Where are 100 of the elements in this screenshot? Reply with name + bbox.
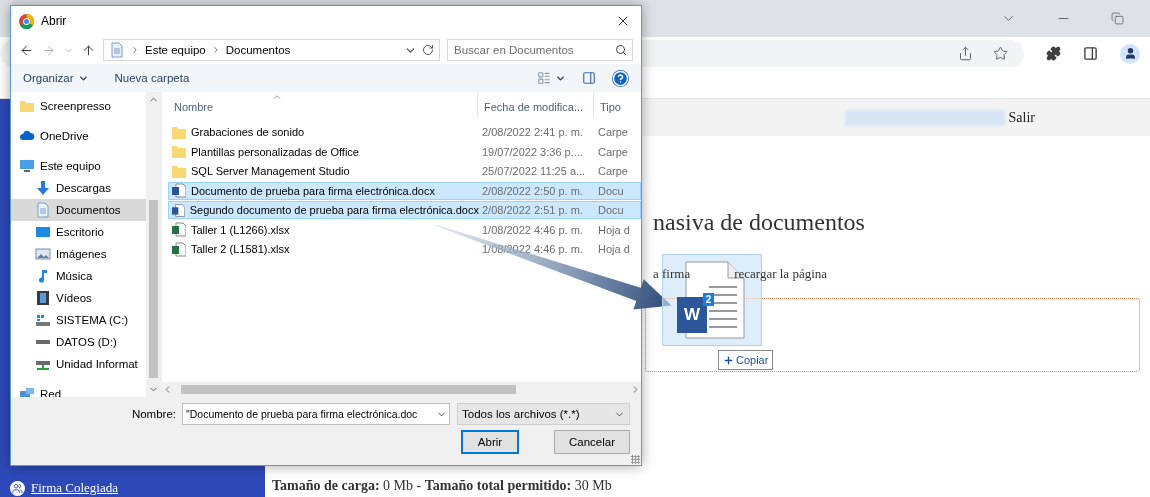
breadcrumb[interactable]: Documentos (225, 44, 291, 56)
puzzle-icon[interactable] (1046, 46, 1061, 61)
dialog-button[interactable]: Cancelar (553, 430, 630, 454)
file-name: Segundo documento de prueba para firma electrónica.docx (189, 204, 479, 216)
file-name: Plantillas personalizadas de Office (191, 145, 359, 158)
organize-button[interactable]: Organizar (23, 72, 89, 84)
file-type: Hoja d (597, 243, 631, 255)
column-header[interactable]: Tipo (594, 92, 641, 118)
people-icon (12, 482, 23, 494)
help-icon[interactable] (612, 69, 629, 87)
new-folder-button[interactable]: Nueva carpeta (114, 72, 190, 84)
dialog-button[interactable]: Abrir (460, 430, 519, 454)
file-date: 2/08/2022 2:51 p. m. (481, 204, 584, 216)
word-file-icon (172, 202, 185, 218)
file-type: Carpe (597, 145, 629, 158)
nav-item[interactable]: Documentos (11, 199, 146, 221)
breadcrumb[interactable]: Este equipo (145, 44, 206, 56)
file-name: SQL Server Management Studio (191, 165, 350, 177)
column-header[interactable]: Fecha de modifica... (478, 92, 594, 118)
nav-item[interactable]: Vídeos (11, 287, 146, 309)
profile-avatar[interactable] (1120, 43, 1140, 64)
nav-item[interactable]: Este equipo (11, 155, 146, 177)
star-icon[interactable] (993, 46, 1008, 61)
column-header[interactable]: Nombre (168, 92, 478, 118)
spreadsheet-file-icon (172, 241, 186, 257)
file-type: Docu (597, 184, 625, 197)
chevron-icon (130, 45, 140, 55)
nav-item[interactable]: Imágenes (11, 243, 146, 265)
logout-link[interactable]: Salir (1008, 109, 1035, 126)
forward-button[interactable] (41, 42, 56, 58)
folder-icon (172, 144, 186, 159)
file-row[interactable]: Grabaciones de sonido 2/08/2022 2:41 p. m. Carpe (168, 123, 641, 141)
arrow-right-icon (41, 42, 56, 58)
folder-icon (19, 98, 35, 114)
file-row[interactable]: Plantillas personalizadas de Office 19/07/2022 3:36 p.... Carpe (168, 142, 641, 161)
sort-caret-icon (272, 92, 282, 102)
file-type-select[interactable]: Todos los archivos (*.*) (457, 403, 630, 425)
dialog-title: Abrir (41, 14, 67, 28)
file-date: 1/08/2022 4:46 p. m. (481, 223, 584, 236)
file-row[interactable]: Taller 1 (L1266).xlsx 1/08/2022 4:46 p. m. Hoja d (168, 220, 641, 239)
nav-item[interactable]: Unidad Informat (11, 353, 146, 375)
scrollbar[interactable] (162, 382, 641, 397)
file-date: 1/08/2022 4:46 p. m. (481, 243, 584, 255)
scrollbar[interactable] (146, 92, 161, 397)
nav-item[interactable]: Música (11, 265, 146, 287)
filename-label: Nombre: (131, 408, 176, 420)
word-file-icon (172, 183, 186, 198)
tooltip-text: Copiar (736, 354, 769, 366)
preview-pane-icon[interactable] (582, 71, 596, 85)
nav-item[interactable]: OneDrive (11, 125, 146, 147)
file-row[interactable]: Segundo documento de prueba para firma electrónica.docx 2/08/2022 2:51 p. m. Docu (168, 201, 641, 219)
monitor-icon (35, 224, 51, 240)
address-field[interactable]: Este equipo Documentos (103, 39, 440, 61)
view-options-button[interactable] (537, 71, 566, 85)
side-panel-icon[interactable] (1083, 46, 1098, 61)
nav-item[interactable]: Descargas (11, 177, 146, 199)
computer-icon (19, 158, 35, 174)
plus-icon (723, 354, 734, 366)
file-row[interactable]: Documento de prueba para firma electrónica.docx 2/08/2022 2:50 p. m. Docu (168, 181, 641, 200)
file-type: Carpe (597, 165, 629, 177)
restore-icon[interactable] (1111, 12, 1124, 25)
file-date: 25/07/2022 11:25 a... (481, 165, 587, 177)
refresh-icon[interactable] (422, 44, 434, 56)
drive-icon (35, 312, 51, 328)
file-date: 2/08/2022 2:41 p. m. (481, 126, 584, 138)
search-field[interactable]: Buscar en Documentos (447, 39, 633, 61)
file-row[interactable]: SQL Server Management Studio 25/07/2022 11:25 a... Carpe (168, 162, 641, 180)
resize-grip[interactable] (631, 455, 640, 464)
count-badge: 2 (703, 293, 714, 306)
search-icon (615, 44, 627, 56)
nav-item[interactable]: SISTEMA (C:) (11, 309, 146, 331)
list-view-icon (537, 71, 551, 85)
instruction-text: a firma (653, 266, 691, 282)
file-name: Grabaciones de sonido (191, 126, 305, 138)
filename-field[interactable]: "Documento de prueba para firma electrónica.doc (182, 403, 450, 425)
up-button[interactable] (81, 42, 96, 58)
instruction-text: recargar la página (734, 266, 828, 282)
app-badge: W (677, 297, 707, 333)
file-type: Carpe (597, 126, 629, 138)
folder-icon (172, 124, 186, 140)
back-button[interactable] (19, 42, 34, 58)
sidebar-link[interactable]: Firma Colegiada (10, 480, 265, 496)
file-name: Documento de prueba para firma electrónica.docx (191, 184, 435, 197)
file-date: 19/07/2022 3:36 p.... (481, 145, 584, 158)
picture-icon (35, 246, 51, 262)
spreadsheet-file-icon (172, 222, 186, 237)
filename-value: "Documento de prueba para firma electrónica.doc (186, 408, 419, 420)
film-icon (35, 290, 51, 306)
nav-item[interactable]: DATOS (D:) (11, 331, 146, 353)
nav-item[interactable]: Escritorio (11, 221, 146, 243)
file-row[interactable]: Taller 2 (L1581).xlsx 1/08/2022 4:46 p. m. Hoja d (168, 240, 641, 258)
file-type: Hoja d (597, 223, 631, 236)
page-heading: nasiva de documentos (653, 208, 866, 236)
file-name: Taller 1 (L1266).xlsx (191, 223, 290, 236)
nav-item[interactable]: Screenpresso (11, 95, 146, 117)
document-icon (109, 42, 125, 58)
file-type: Docu (597, 204, 625, 216)
logo-icon (19, 13, 34, 29)
document-icon (35, 202, 51, 218)
share-icon[interactable] (958, 46, 973, 61)
